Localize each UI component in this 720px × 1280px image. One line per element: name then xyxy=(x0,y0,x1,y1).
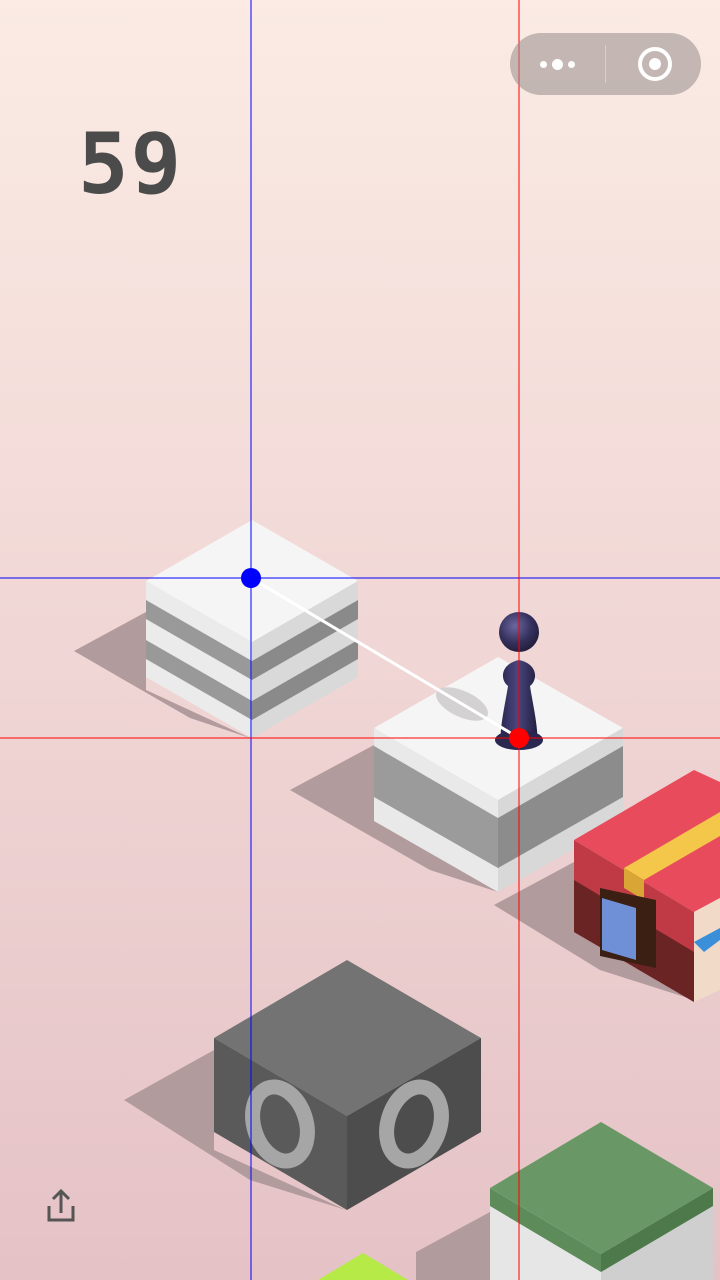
game-stage[interactable]: 59 xyxy=(0,0,720,1280)
score-display: 59 xyxy=(78,115,184,213)
target-marker xyxy=(241,568,261,588)
mini-program-capsule xyxy=(510,33,701,95)
close-button[interactable] xyxy=(606,33,701,95)
share-icon xyxy=(47,1188,75,1222)
target-circle-icon xyxy=(638,47,672,81)
chest-lock-plate xyxy=(602,898,636,960)
more-button[interactable] xyxy=(510,33,605,95)
share-button[interactable] xyxy=(40,1186,82,1228)
chest-right-face xyxy=(694,898,720,1002)
player-marker xyxy=(509,728,529,748)
